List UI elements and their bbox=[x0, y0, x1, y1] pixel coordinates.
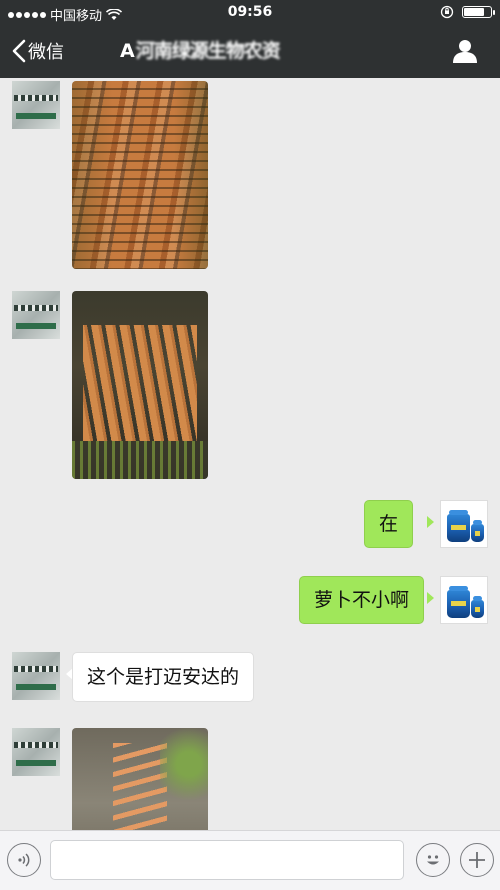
chat-info-button[interactable] bbox=[452, 38, 478, 68]
emoji-button[interactable] bbox=[416, 843, 450, 877]
nav-bar: 微信 A河南绿源生物农资 bbox=[0, 26, 500, 78]
product-bucket-image bbox=[471, 520, 484, 542]
contact-avatar[interactable] bbox=[12, 291, 60, 339]
status-right bbox=[440, 5, 495, 19]
chevron-left-icon bbox=[12, 39, 26, 63]
image-message[interactable]: carrots-bunched-on-soil bbox=[72, 291, 208, 479]
message-input[interactable] bbox=[50, 840, 404, 880]
message-text: 在 bbox=[379, 513, 399, 535]
person-icon bbox=[453, 40, 477, 63]
emoji-icon bbox=[427, 855, 439, 865]
back-label: 微信 bbox=[28, 42, 64, 63]
input-toolbar bbox=[0, 830, 500, 890]
product-bucket-image bbox=[447, 586, 470, 618]
contact-avatar[interactable] bbox=[12, 81, 60, 129]
product-bucket-image bbox=[447, 510, 470, 542]
voice-icon bbox=[18, 853, 30, 867]
more-options-button[interactable] bbox=[460, 843, 494, 877]
clock: 09:56 bbox=[227, 4, 273, 20]
received-message-bubble[interactable]: 这个是打迈安达的 bbox=[72, 652, 255, 702]
product-bucket-image bbox=[471, 596, 484, 618]
chat-title[interactable]: A河南绿源生物农资 bbox=[120, 36, 281, 63]
sent-message-bubble[interactable]: 萝卜不小啊 bbox=[299, 576, 425, 624]
message-text: 这个是打迈安达的 bbox=[87, 666, 240, 688]
chat-title-prefix: A bbox=[120, 40, 136, 62]
bubble-tail bbox=[427, 592, 434, 604]
image-message[interactable]: carrots-pile-in-field bbox=[72, 81, 208, 269]
voice-button[interactable] bbox=[7, 843, 41, 877]
plus-icon bbox=[469, 852, 485, 868]
contact-avatar[interactable] bbox=[12, 728, 60, 776]
my-avatar[interactable] bbox=[440, 500, 488, 548]
chat-title-obscured: 河南绿源生物农资 bbox=[135, 40, 281, 62]
contact-avatar[interactable] bbox=[12, 652, 60, 700]
sent-message-bubble[interactable]: 在 bbox=[364, 500, 414, 548]
back-button[interactable]: 微信 bbox=[12, 38, 64, 64]
message-text: 萝卜不小啊 bbox=[314, 589, 410, 611]
battery-icon bbox=[462, 6, 495, 18]
orientation-lock-icon bbox=[440, 5, 454, 19]
chat-history[interactable]: carrots-pile-in-field carrots-bunched-on… bbox=[0, 78, 500, 830]
image-message[interactable]: carrots-dug-from-mud bbox=[72, 728, 208, 830]
bubble-tail bbox=[427, 516, 434, 528]
my-avatar[interactable] bbox=[440, 576, 488, 624]
status-bar: 中国移动 09:56 bbox=[0, 0, 500, 26]
